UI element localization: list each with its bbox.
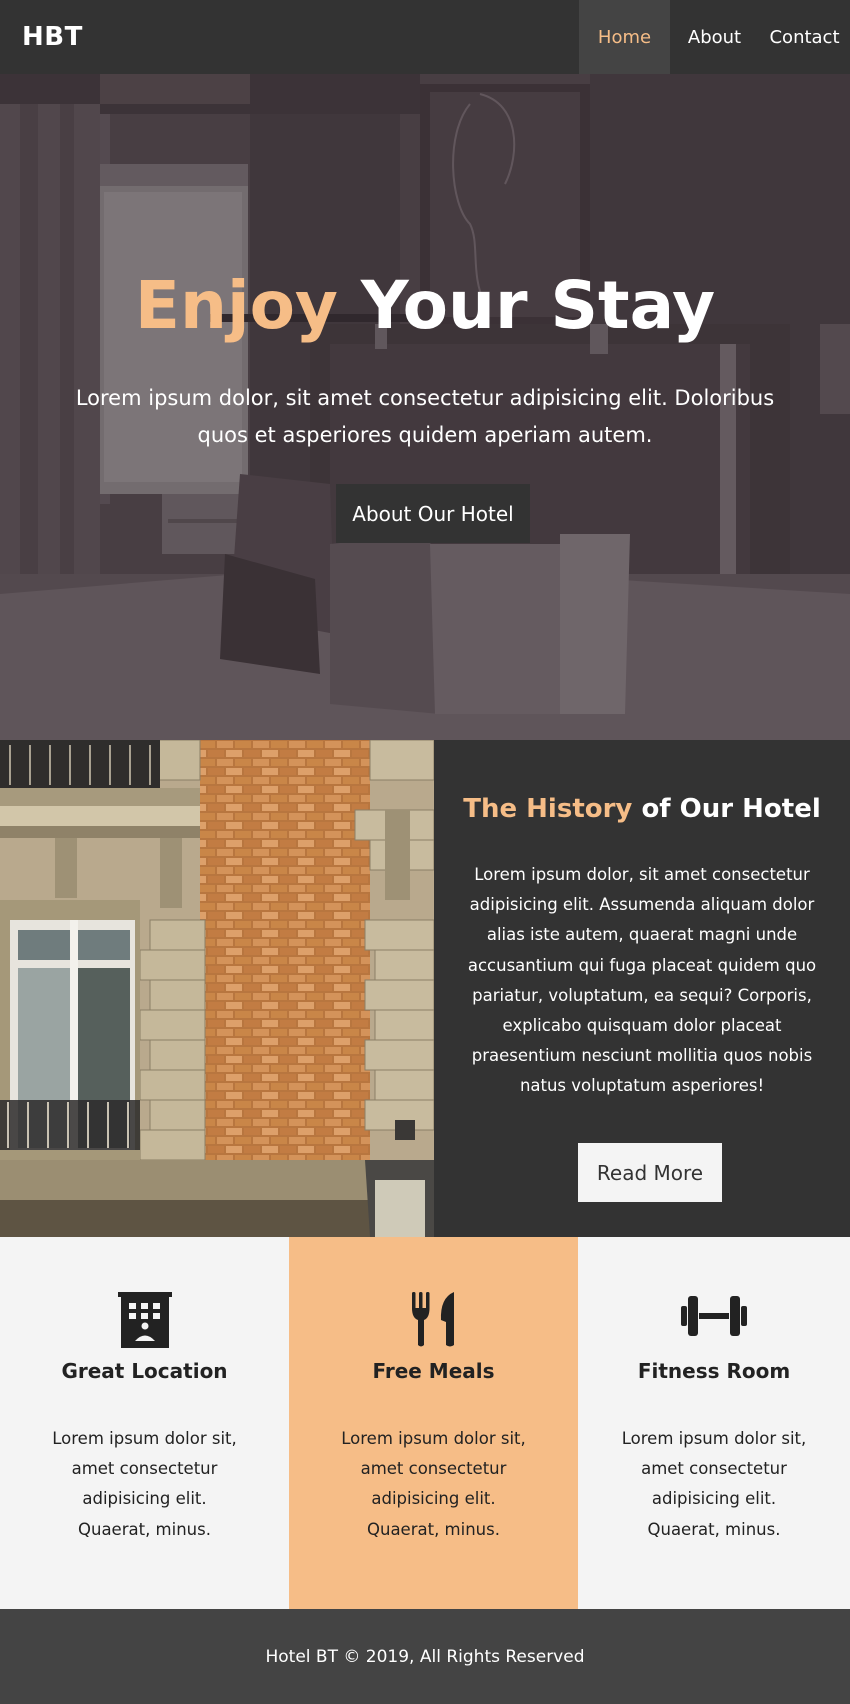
hero-description: Lorem ipsum dolor, sit amet consectetur … [75, 386, 775, 447]
history-title: The History of Our Hotel [434, 794, 850, 824]
feature-great-location: Great Location Lorem ipsum dolor sit, am… [0, 1237, 289, 1609]
feature-title: Great Location [61, 1359, 228, 1383]
hero-content: Enjoy Your Stay Lorem ipsum dolor, sit a… [0, 74, 850, 740]
nav-link-contact[interactable]: Contact [759, 0, 850, 74]
about-hotel-button[interactable]: About Our Hotel [336, 484, 530, 543]
read-more-button[interactable]: Read More [578, 1143, 722, 1202]
feature-fitness-room: Fitness Room Lorem ipsum dolor sit, amet… [578, 1237, 850, 1609]
hotel-facade-graphic [0, 740, 434, 1237]
hero-title-accent: Enjoy [134, 267, 338, 344]
history-title-accent: The History [463, 794, 633, 824]
history-title-rest: of Our Hotel [641, 794, 821, 824]
feature-title: Fitness Room [637, 1359, 791, 1383]
building-icon [117, 1292, 172, 1348]
history-section: The History of Our Hotel Lorem ipsum dol… [434, 740, 850, 1237]
footer-copyright: Hotel BT © 2019, All Rights Reserved [265, 1646, 585, 1667]
feature-text: Lorem ipsum dolor sit, amet consectetur … [52, 1429, 237, 1539]
navbar: HBT Home About Contact [0, 0, 850, 74]
hero-title-rest: Your Stay [360, 267, 716, 344]
feature-title: Free Meals [372, 1359, 495, 1383]
feature-free-meals: Free Meals Lorem ipsum dolor sit, amet c… [289, 1237, 578, 1609]
hero-title: Enjoy Your Stay [0, 266, 850, 346]
utensils-icon [411, 1292, 454, 1347]
nav-link-about[interactable]: About [670, 0, 759, 74]
feature-text: Lorem ipsum dolor sit, amet consectetur … [341, 1429, 526, 1539]
brand-logo[interactable]: HBT [22, 22, 83, 52]
footer: Hotel BT © 2019, All Rights Reserved [0, 1609, 850, 1704]
hero-section: Enjoy Your Stay Lorem ipsum dolor, sit a… [0, 74, 850, 740]
nav-links: Home About Contact [579, 0, 850, 74]
hotel-facade-image [0, 740, 434, 1237]
dumbbell-icon [681, 1296, 747, 1336]
nav-link-home[interactable]: Home [579, 0, 670, 74]
feature-text: Lorem ipsum dolor sit, amet consectetur … [621, 1429, 807, 1539]
history-description: Lorem ipsum dolor, sit amet consectetur … [467, 865, 817, 1096]
